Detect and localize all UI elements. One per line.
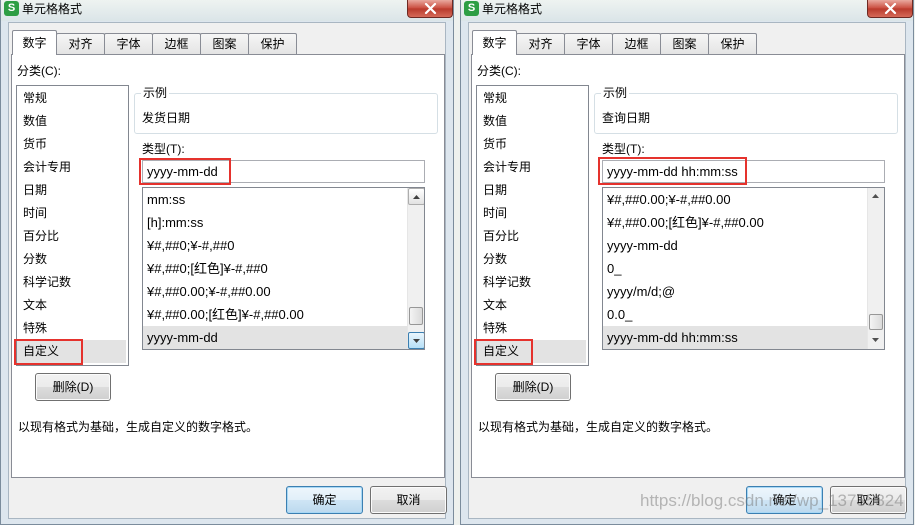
format-description: 以现有格式为基础，生成自定义的数字格式。 xyxy=(18,420,259,434)
type-format-item[interactable]: mm:ss xyxy=(143,188,407,211)
scroll-down-arrow-icon xyxy=(413,339,420,343)
red-highlight-box xyxy=(598,157,747,185)
category-item-time[interactable]: 时间 xyxy=(17,202,126,225)
type-format-item[interactable]: yyyy-mm-dd hh:mm:ss xyxy=(603,326,867,349)
cancel-button[interactable]: 取消 xyxy=(830,486,907,514)
tab-alignment[interactable]: 对齐 xyxy=(56,33,105,55)
type-format-item[interactable]: ¥#,##0;¥-#,##0 xyxy=(143,234,407,257)
category-label: 分类(C): xyxy=(17,64,61,78)
close-button[interactable] xyxy=(867,0,913,18)
scroll-thumb[interactable] xyxy=(869,313,883,330)
type-format-item[interactable]: yyyy-mm-dd xyxy=(603,234,867,257)
category-item-general[interactable]: 常规 xyxy=(17,87,126,110)
tab-number[interactable]: 数字 xyxy=(472,30,517,55)
category-item-date[interactable]: 日期 xyxy=(477,179,586,202)
category-item-date[interactable]: 日期 xyxy=(17,179,126,202)
category-item-special[interactable]: 特殊 xyxy=(477,317,586,340)
wps-spreadsheet-icon: S xyxy=(4,1,19,16)
dialog-title: 单元格格式 xyxy=(482,2,543,16)
ok-button[interactable]: 确定 xyxy=(746,486,823,514)
scroll-up-arrow-icon xyxy=(872,194,879,198)
tab-protection[interactable]: 保护 xyxy=(248,33,297,55)
scroll-track[interactable] xyxy=(868,205,884,332)
type-label: 类型(T): xyxy=(602,142,645,156)
tab-border[interactable]: 边框 xyxy=(612,33,661,55)
type-label: 类型(T): xyxy=(142,142,185,156)
category-list[interactable]: 常规 数值 货币 会计专用 日期 时间 百分比 分数 科学记数 文本 特殊 自定… xyxy=(476,85,589,366)
scroll-down-arrow-icon xyxy=(872,338,879,342)
sample-preview-text: 发货日期 xyxy=(142,111,191,125)
category-item-currency[interactable]: 货币 xyxy=(17,133,126,156)
red-highlight-box xyxy=(14,339,83,365)
format-cells-dialog-right: S 单元格格式 数字 对齐 字体 边框 图案 保护 分类(C): 常规 数值 货… xyxy=(460,0,914,525)
tab-font[interactable]: 字体 xyxy=(104,33,153,55)
scroll-down-button[interactable] xyxy=(868,332,884,349)
category-item-general[interactable]: 常规 xyxy=(477,87,586,110)
ok-button[interactable]: 确定 xyxy=(286,486,363,514)
category-item-text[interactable]: 文本 xyxy=(17,294,126,317)
close-icon xyxy=(884,3,897,14)
category-item-accounting[interactable]: 会计专用 xyxy=(477,156,586,179)
type-format-item[interactable]: yyyy-mm-dd xyxy=(143,326,407,349)
title-bar[interactable]: S 单元格格式 xyxy=(461,0,913,21)
close-button[interactable] xyxy=(407,0,453,18)
red-highlight-box xyxy=(139,158,231,185)
format-cells-dialog-left: S 单元格格式 数字 对齐 字体 边框 图案 保护 分类(C): 常规 数值 货… xyxy=(0,0,454,525)
type-format-item[interactable]: 0.0_ xyxy=(603,303,867,326)
type-format-list[interactable]: ¥#,##0.00;¥-#,##0.00 ¥#,##0.00;[红色]¥-#,#… xyxy=(602,187,885,350)
close-icon xyxy=(424,3,437,14)
tab-pattern[interactable]: 图案 xyxy=(200,33,249,55)
type-format-item[interactable]: ¥#,##0.00;[红色]¥-#,##0.00 xyxy=(143,303,407,326)
tab-font[interactable]: 字体 xyxy=(564,33,613,55)
type-format-item[interactable]: ¥#,##0;[红色]¥-#,##0 xyxy=(143,257,407,280)
scroll-up-arrow-icon xyxy=(413,195,420,199)
tab-number[interactable]: 数字 xyxy=(12,30,57,55)
scroll-down-button[interactable] xyxy=(408,332,424,349)
cancel-button[interactable]: 取消 xyxy=(370,486,447,514)
type-format-item[interactable]: ¥#,##0.00;¥-#,##0.00 xyxy=(143,280,407,303)
sample-label: 示例 xyxy=(141,86,170,100)
wps-spreadsheet-icon: S xyxy=(464,1,479,16)
scroll-up-button[interactable] xyxy=(868,188,884,205)
category-item-percentage[interactable]: 百分比 xyxy=(477,225,586,248)
tab-border[interactable]: 边框 xyxy=(152,33,201,55)
scroll-track[interactable] xyxy=(408,205,424,332)
category-list[interactable]: 常规 数值 货币 会计专用 日期 时间 百分比 分数 科学记数 文本 特殊 自定… xyxy=(16,85,129,366)
category-item-currency[interactable]: 货币 xyxy=(477,133,586,156)
scroll-up-button[interactable] xyxy=(408,188,424,205)
type-format-list[interactable]: mm:ss [h]:mm:ss ¥#,##0;¥-#,##0 ¥#,##0;[红… xyxy=(142,187,425,350)
delete-button[interactable]: 删除(D) xyxy=(495,373,571,401)
dialog-title: 单元格格式 xyxy=(22,2,83,16)
type-list-scrollbar[interactable] xyxy=(867,188,884,349)
sample-label: 示例 xyxy=(601,86,630,100)
type-format-item[interactable]: [h]:mm:ss xyxy=(143,211,407,234)
category-item-scientific[interactable]: 科学记数 xyxy=(17,271,126,294)
title-bar[interactable]: S 单元格格式 xyxy=(1,0,453,21)
scroll-thumb[interactable] xyxy=(409,307,423,326)
category-item-percentage[interactable]: 百分比 xyxy=(17,225,126,248)
category-item-time[interactable]: 时间 xyxy=(477,202,586,225)
type-format-item[interactable]: ¥#,##0.00;¥-#,##0.00 xyxy=(603,188,867,211)
category-item-fraction[interactable]: 分数 xyxy=(477,248,586,271)
type-list-scrollbar[interactable] xyxy=(407,188,424,349)
category-item-number[interactable]: 数值 xyxy=(477,110,586,133)
format-description: 以现有格式为基础，生成自定义的数字格式。 xyxy=(478,420,719,434)
category-item-text[interactable]: 文本 xyxy=(477,294,586,317)
category-label: 分类(C): xyxy=(477,64,521,78)
tab-protection[interactable]: 保护 xyxy=(708,33,757,55)
tab-pattern[interactable]: 图案 xyxy=(660,33,709,55)
red-highlight-box xyxy=(474,339,533,365)
category-item-special[interactable]: 特殊 xyxy=(17,317,126,340)
category-item-accounting[interactable]: 会计专用 xyxy=(17,156,126,179)
category-item-number[interactable]: 数值 xyxy=(17,110,126,133)
category-item-fraction[interactable]: 分数 xyxy=(17,248,126,271)
category-item-scientific[interactable]: 科学记数 xyxy=(477,271,586,294)
type-format-item[interactable]: 0_ xyxy=(603,257,867,280)
sample-preview-text: 查询日期 xyxy=(602,111,651,125)
type-format-item[interactable]: yyyy/m/d;@ xyxy=(603,280,867,303)
type-format-item[interactable]: ¥#,##0.00;[红色]¥-#,##0.00 xyxy=(603,211,867,234)
tab-alignment[interactable]: 对齐 xyxy=(516,33,565,55)
delete-button[interactable]: 删除(D) xyxy=(35,373,111,401)
